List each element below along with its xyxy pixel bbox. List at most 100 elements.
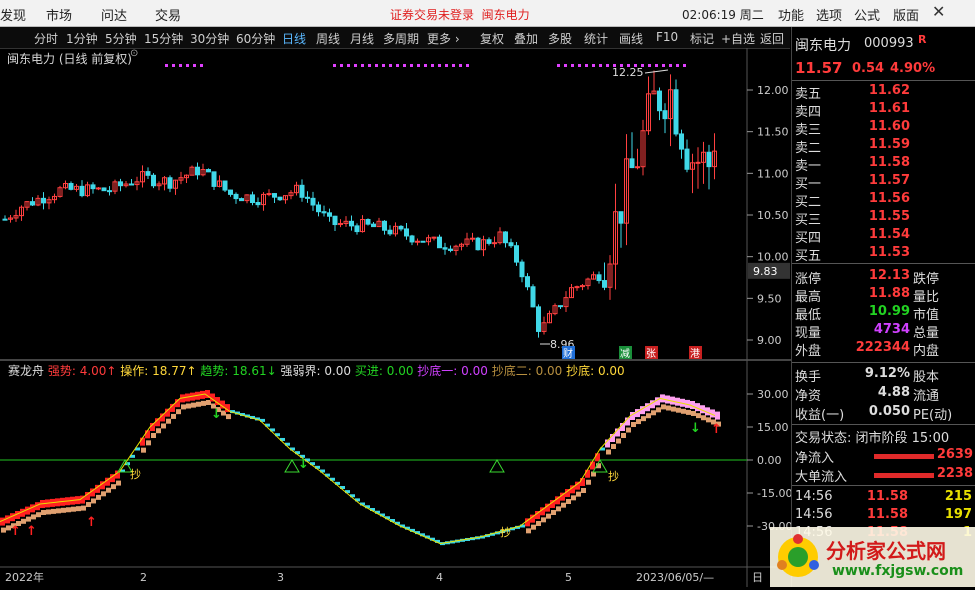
signal-arrow-icon: ↓ <box>298 457 309 472</box>
candle-body <box>277 196 283 201</box>
indicator-chart: 30.0015.000.00-15.00-30.00↑ ↑↑↓↓↓ ↑抄抄抄2022… <box>0 388 791 584</box>
signal-bar <box>590 461 595 470</box>
period-5min[interactable]: 5分钟 <box>105 30 137 47</box>
tool-add-watchlist[interactable]: +自选 <box>721 30 755 47</box>
menu-wenda[interactable]: 问达 <box>101 5 127 24</box>
triangle-icon <box>489 459 505 473</box>
signal-dot <box>676 64 679 67</box>
signal-dot <box>683 64 686 67</box>
signal-shadow <box>26 516 31 522</box>
tool-mark[interactable]: 标记 <box>690 30 714 47</box>
price-tick-label: 9.00 <box>757 334 782 347</box>
candle-body <box>332 215 338 226</box>
signal-dot <box>606 64 609 67</box>
fund-row-value: 0.050 <box>868 404 910 419</box>
signal-dot <box>445 64 448 67</box>
signal-shadow <box>631 422 636 427</box>
signal-marker-label: 抄 <box>500 525 511 539</box>
indicator-name[interactable]: 赛龙舟 <box>8 364 44 378</box>
period-fenshi[interactable]: 分时 <box>34 30 58 47</box>
ask-row-label: 卖二 <box>795 141 822 156</box>
menu-options[interactable]: 选项 <box>816 5 842 24</box>
period-more[interactable]: 更多 › <box>427 30 460 47</box>
trend-line <box>0 393 716 545</box>
menu-function[interactable]: 功能 <box>778 5 804 24</box>
ask-row-label: 卖一 <box>795 159 822 174</box>
period-1min[interactable]: 1分钟 <box>66 30 98 47</box>
tool-fuquan[interactable]: 复权 <box>480 30 504 47</box>
high-label: 12.25 <box>612 66 644 79</box>
candle-body <box>536 306 541 332</box>
watermark-text: 分析家公式网 <box>826 539 946 563</box>
signal-dot <box>200 64 203 67</box>
menu-layout[interactable]: 版面 <box>893 5 919 24</box>
signal-arrow-icon: ↑ <box>26 524 37 539</box>
candle-body <box>679 133 684 150</box>
signal-shadow <box>571 495 576 501</box>
signal-arrow-icon: ↑ <box>86 515 97 530</box>
signal-shadow <box>76 506 81 512</box>
signal-shadow <box>626 427 631 433</box>
tool-back[interactable]: 返回 <box>760 30 784 47</box>
signal-dot <box>361 64 364 67</box>
signal-shadow <box>586 479 591 485</box>
candle-body <box>206 169 211 173</box>
login-notice[interactable]: 证券交易未登录 闽东电力 <box>390 6 530 23</box>
signal-shadow <box>191 402 196 408</box>
candle-body <box>327 212 332 217</box>
menu-discover[interactable]: 发现 <box>0 5 26 24</box>
tick-time: 14:56 <box>795 489 833 504</box>
signal-dot <box>368 64 371 67</box>
signal-arrow-icon: ↑ <box>711 422 722 437</box>
high-pointer <box>644 69 669 74</box>
candle-body <box>514 245 519 263</box>
tool-stats[interactable]: 统计 <box>584 30 608 47</box>
signal-dot <box>186 64 189 67</box>
fund-row-value: 4.88 <box>877 385 910 400</box>
signal-shadow <box>641 416 646 422</box>
triangle-icon <box>284 459 300 473</box>
menu-formula[interactable]: 公式 <box>854 5 880 24</box>
period-multi[interactable]: 多周期 <box>383 30 419 47</box>
candle-body <box>41 197 46 204</box>
candle-body <box>442 247 448 250</box>
event-badge-label: 财 <box>563 347 573 360</box>
candle-body <box>354 225 360 233</box>
signal-shadow <box>691 411 696 416</box>
period-60min[interactable]: 60分钟 <box>236 30 275 47</box>
tool-drawline[interactable]: 画线 <box>619 30 643 47</box>
signal-shadow <box>161 423 166 429</box>
signal-dot <box>193 64 196 67</box>
signal-shadow <box>576 491 581 497</box>
candle-body <box>404 228 409 237</box>
price-axis: 12.00 11.50 11.00 10.50 10.00 9.50 9.00 9.83 <box>747 84 790 347</box>
menu-trade[interactable]: 交易 <box>155 5 181 24</box>
period-weekly[interactable]: 周线 <box>316 30 340 47</box>
clock: 02:06:19 周二 <box>682 8 764 22</box>
tool-f10[interactable]: F10 <box>656 30 678 44</box>
period-monthly[interactable]: 月线 <box>350 30 374 47</box>
signal-dot <box>613 64 616 67</box>
signal-shadow <box>66 507 71 513</box>
stat-row-value: 11.88 <box>868 286 910 301</box>
tool-multistock[interactable]: 多股 <box>548 30 572 47</box>
current-price-label: 9.83 <box>753 265 778 278</box>
signal-shadow <box>176 409 181 415</box>
trade-status: 交易状态: 闭市阶段 15:00 <box>795 431 950 446</box>
menu-market[interactable]: 市场 <box>46 5 72 24</box>
close-icon[interactable]: ✕ <box>932 2 945 21</box>
period-15min[interactable]: 15分钟 <box>144 30 183 47</box>
candle-body <box>222 180 228 191</box>
indicator-label: 抄底: 0.00 <box>562 364 625 378</box>
panel-change: 0.54 <box>852 61 885 76</box>
candle-body <box>365 219 371 225</box>
tool-overlay[interactable]: 叠加 <box>514 30 538 47</box>
period-30min[interactable]: 30分钟 <box>190 30 229 47</box>
candle-body <box>508 242 514 247</box>
indicator-label: 抄底一: 0.00 <box>413 364 488 378</box>
kline-chart[interactable]: 12.258.96⊙财减张港 30.0015.000.00-15.00-30.0… <box>0 48 791 587</box>
candle-body <box>382 220 387 231</box>
period-daily[interactable]: 日线 <box>282 30 306 47</box>
signal-shadow <box>531 524 536 530</box>
candle-body <box>558 305 563 308</box>
